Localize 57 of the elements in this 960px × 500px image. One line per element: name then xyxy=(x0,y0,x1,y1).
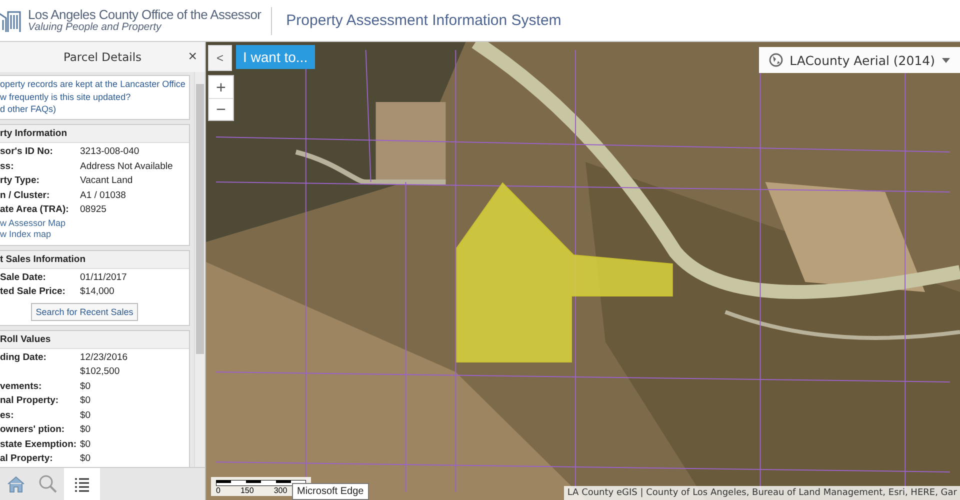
field-value: $0 xyxy=(80,380,92,394)
field-label: ding Date: xyxy=(0,350,48,365)
basemap-dropdown[interactable]: LACounty Aerial (2014) xyxy=(758,47,960,73)
field-value: $0 xyxy=(80,452,92,466)
field-label: al Property: xyxy=(0,452,54,466)
field-label: state Exemption: xyxy=(0,438,78,452)
faq-link[interactable]: w frequently is this site updated? xyxy=(0,92,131,104)
close-button[interactable]: × xyxy=(188,48,197,65)
map-attribution: LA County eGIS | County of Los Angeles, Bureau of Land Management, Esri, HERE, Gar xyxy=(564,486,960,500)
field-label: Sale Date: xyxy=(0,270,47,285)
search-sales-button[interactable]: Search for Recent Sales xyxy=(30,302,138,321)
scale-label: 150 xyxy=(240,486,254,495)
field-value: $102,500 xyxy=(80,365,121,380)
caret-icon xyxy=(942,58,950,62)
field-value: Vacant Land xyxy=(80,174,134,188)
globe-icon xyxy=(768,53,783,67)
field-label: es: xyxy=(0,408,15,423)
faq-link[interactable]: d other FAQs) xyxy=(0,104,56,116)
field-label: sor's ID No: xyxy=(0,145,54,160)
faq-link[interactable]: operty records are kept at the Lancaster Office xyxy=(0,79,186,91)
field-value: A1 / 01038 xyxy=(80,188,127,203)
field-label: ate Area (TRA): xyxy=(0,203,70,218)
field-value: $0 xyxy=(80,408,92,423)
field-value: $0 xyxy=(80,438,92,452)
app-title: Property Assessment Information System xyxy=(286,12,562,29)
list-tab[interactable] xyxy=(64,468,100,500)
field-value: 12/23/2016 xyxy=(80,350,129,365)
field-label: ss: xyxy=(0,160,15,174)
section-heading: t Sales Information xyxy=(0,250,189,269)
field-value: 3213-008-040 xyxy=(80,145,140,160)
field-value: $0 xyxy=(80,423,92,438)
tagline: Valuing People and Property xyxy=(28,22,163,34)
collapse-panel-button[interactable]: < xyxy=(208,45,232,71)
panel-title: Parcel Details xyxy=(63,50,142,64)
list-icon xyxy=(74,476,90,492)
organization-name: Los Angeles County Office of the Assessor xyxy=(28,8,262,22)
section-heading: Roll Values xyxy=(0,330,189,349)
scale-label: 0 xyxy=(216,486,220,495)
parcel-highlight[interactable] xyxy=(456,182,673,362)
field-label: vements: xyxy=(0,380,43,394)
field-label: rty Type: xyxy=(0,174,40,188)
section-heading: rty Information xyxy=(0,125,189,144)
search-icon xyxy=(38,474,58,494)
field-label: ted Sale Price: xyxy=(0,285,66,300)
field-value: 08925 xyxy=(80,203,108,218)
field-value: $14,000 xyxy=(80,285,116,300)
home-icon xyxy=(6,474,26,494)
field-value: 01/11/2017 xyxy=(80,270,128,285)
map-link[interactable]: w Index map xyxy=(0,229,52,241)
field-value: Address Not Available xyxy=(80,160,174,174)
field-label: nal Property: xyxy=(0,394,60,408)
scrollbar[interactable] xyxy=(194,72,205,467)
map-link[interactable]: w Assessor Map xyxy=(0,218,66,230)
scale-label: 300 xyxy=(274,486,288,495)
field-label: owners' ption: xyxy=(0,423,66,438)
field-label: n / Cluster: xyxy=(0,188,51,203)
field-value: $0 xyxy=(80,394,92,408)
